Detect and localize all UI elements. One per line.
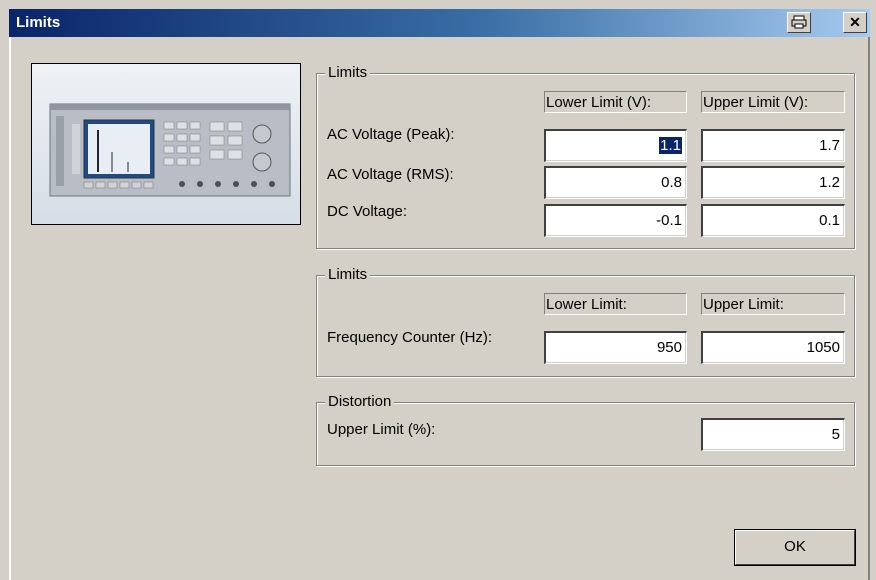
ac-voltage-peak-lower-field[interactable]: 1.1 bbox=[544, 129, 687, 162]
frequency-counter-label: Frequency Counter (Hz): bbox=[327, 329, 493, 346]
ac-voltage-rms-label: AC Voltage (RMS): bbox=[327, 166, 454, 183]
window-title: Limits bbox=[16, 14, 61, 31]
frequency-limits-group: Limits Lower Limit: Upper Limit: Frequen… bbox=[316, 266, 855, 377]
print-button[interactable] bbox=[787, 12, 811, 33]
close-button[interactable]: ✕ bbox=[843, 12, 867, 33]
dc-voltage-label: DC Voltage: bbox=[327, 203, 408, 220]
distortion-legend: Distortion bbox=[325, 393, 395, 410]
dc-voltage-upper-field[interactable]: 0.1 bbox=[701, 204, 845, 237]
ac-voltage-rms-upper-field[interactable]: 1.2 bbox=[701, 166, 845, 199]
ac-voltage-peak-label: AC Voltage (Peak): bbox=[327, 126, 455, 143]
frequency-limits-legend: Limits bbox=[325, 266, 371, 283]
upper-limit-header: Upper Limit (V): bbox=[701, 91, 845, 113]
print-icon bbox=[791, 15, 807, 29]
distortion-upper-field[interactable]: 5 bbox=[701, 418, 845, 451]
dc-voltage-lower-field[interactable]: -0.1 bbox=[544, 204, 687, 237]
window-frame-left bbox=[9, 37, 11, 580]
ac-voltage-rms-lower-field[interactable]: 0.8 bbox=[544, 166, 687, 199]
frequency-upper-limit-header: Upper Limit: bbox=[701, 293, 845, 315]
title-bar: Limits ✕ bbox=[9, 9, 870, 37]
voltage-limits-group: Limits Lower Limit (V): Upper Limit (V):… bbox=[316, 64, 855, 249]
frequency-upper-field[interactable]: 1050 bbox=[701, 331, 845, 364]
distortion-upper-limit-label: Upper Limit (%): bbox=[327, 421, 436, 438]
ok-button[interactable]: OK bbox=[735, 530, 855, 565]
distortion-group: Distortion Upper Limit (%): 5 bbox=[316, 393, 855, 466]
instrument-photo bbox=[31, 63, 301, 225]
frequency-lower-limit-header: Lower Limit: bbox=[544, 293, 687, 315]
close-icon: ✕ bbox=[849, 14, 861, 30]
voltage-limits-legend: Limits bbox=[325, 64, 371, 81]
frequency-lower-field[interactable]: 950 bbox=[544, 331, 687, 364]
lower-limit-header: Lower Limit (V): bbox=[544, 91, 687, 113]
ac-voltage-peak-upper-field[interactable]: 1.7 bbox=[701, 129, 845, 162]
window-frame-right bbox=[868, 37, 870, 580]
